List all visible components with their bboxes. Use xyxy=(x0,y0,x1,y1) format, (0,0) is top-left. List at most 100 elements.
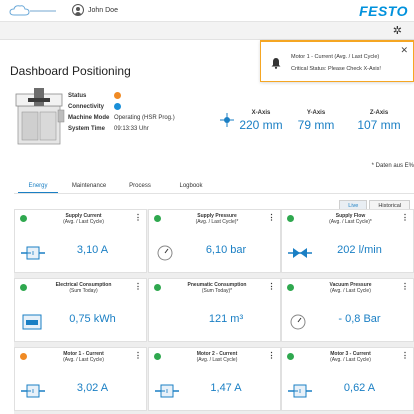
close-icon[interactable]: ✕ xyxy=(400,45,408,56)
kpi-card[interactable]: Supply Pressure (Avg. / Last Cycle)* ⋮ 6,10… xyxy=(147,209,281,273)
card-value: 3,02 A xyxy=(76,382,109,394)
status-label: Status xyxy=(68,92,87,99)
y-axis: Y-Axis 79 mm xyxy=(294,110,338,132)
status-indicator xyxy=(153,353,161,360)
mode-label: Machine Mode xyxy=(68,114,110,121)
connectivity-label: Connectivity xyxy=(68,103,105,110)
connectivity-indicator xyxy=(114,103,121,110)
data-source-note: * Daten aus E% xyxy=(371,163,414,169)
card-subtitle: (Sum Today)* xyxy=(201,288,233,294)
card-subtitle: (Avg. / Last Cycle) xyxy=(196,357,238,363)
card-value: 3,10 A xyxy=(76,244,109,256)
energy-meter-icon xyxy=(21,313,45,331)
alert-message: Critical Status: Please Check X-Axis! xyxy=(291,66,381,72)
more-options-icon[interactable]: ⋮ xyxy=(268,213,276,222)
card-value: 1,47 A xyxy=(210,382,242,394)
time-label: System Time xyxy=(68,125,105,132)
more-options-icon[interactable]: ⋮ xyxy=(134,282,142,291)
more-options-icon[interactable]: ⋮ xyxy=(401,213,409,222)
x-axis: X-Axis 220 mm xyxy=(236,110,286,132)
more-options-icon[interactable]: ⋮ xyxy=(268,351,276,360)
brand-logo: FESTO xyxy=(359,3,408,19)
more-options-icon[interactable]: ⋮ xyxy=(134,351,142,360)
card-value: 202 l/min xyxy=(337,244,382,256)
pressure-gauge-icon xyxy=(288,313,312,331)
power-supply-icon xyxy=(21,382,45,400)
time-row: System Time 09:13:33 Uhr xyxy=(68,123,175,134)
card-title: Supply Current (Avg. / Last Cycle) xyxy=(31,213,136,225)
kpi-card[interactable]: Motor 3 - Current (Avg. / Last Cycle) ⋮ 0,6… xyxy=(281,347,414,411)
power-supply-icon xyxy=(288,382,312,400)
kpi-card[interactable]: Supply Flow (Avg. / Last Cycle)* ⋮ 202 l/mi… xyxy=(281,209,414,273)
user-menu[interactable]: John Doe xyxy=(72,4,118,16)
z-axis-value: 107 mm xyxy=(357,118,401,132)
card-subtitle: (Avg. / Last Cycle)* xyxy=(195,219,239,225)
kpi-card[interactable]: Vacuum Pressure (Avg. / Last Cycle) ⋮ - 0,8… xyxy=(281,278,414,342)
user-name: John Doe xyxy=(88,6,118,14)
status-indicator xyxy=(114,92,121,99)
card-subtitle: (Avg. / Last Cycle) xyxy=(330,288,371,294)
card-subtitle: (Avg. / Last Cycle) xyxy=(63,219,104,225)
status-row: Status xyxy=(68,90,175,101)
tab-bar: Energy Maintenance Process Logbook xyxy=(18,183,222,193)
kpi-card[interactable]: Electrical Consumption (Sum Today) ⋮ 0,75 k… xyxy=(14,278,147,342)
bell-icon xyxy=(271,58,281,69)
card-title: Pneumatic Consumption (Sum Today)* xyxy=(165,282,270,294)
card-title: Motor 2 - Current (Avg. / Last Cycle) xyxy=(165,351,270,363)
mode-value: Operating (HSR Prog.) xyxy=(114,114,175,121)
tab-energy[interactable]: Energy xyxy=(18,183,58,193)
card-value: 6,10 bar xyxy=(205,244,247,256)
kpi-card[interactable]: Motor 1 - Current (Avg. / Last Cycle) ⋮ 3,0… xyxy=(14,347,147,411)
card-title: Electrical Consumption (Sum Today) xyxy=(31,282,136,294)
card-title: Motor 3 - Current (Avg. / Last Cycle) xyxy=(298,351,403,363)
time-value: 09:13:33 Uhr xyxy=(114,125,149,132)
tab-logbook[interactable]: Logbook xyxy=(171,183,211,193)
y-axis-label: Y-Axis xyxy=(306,110,326,116)
machine-image xyxy=(15,88,65,145)
page-title: Dashboard Positioning xyxy=(10,64,131,78)
flow-icon xyxy=(288,244,312,262)
card-value: 0,75 kWh xyxy=(69,313,116,325)
card-title: Supply Flow (Avg. / Last Cycle)* xyxy=(298,213,403,225)
crosshair-icon xyxy=(220,113,234,127)
user-avatar-icon xyxy=(72,4,84,16)
card-subtitle: (Avg. / Last Cycle)* xyxy=(329,219,372,225)
kpi-card[interactable]: Supply Current (Avg. / Last Cycle) ⋮ 3,10 A xyxy=(14,209,147,273)
machine-info: Status Connectivity Machine Mode Operati… xyxy=(68,90,175,134)
status-indicator xyxy=(20,215,27,222)
z-axis-label: Z-Axis xyxy=(369,110,389,116)
status-indicator xyxy=(287,284,294,291)
cloud-logo-icon[interactable] xyxy=(8,4,58,18)
z-axis: Z-Axis 107 mm xyxy=(350,110,408,132)
tab-process[interactable]: Process xyxy=(120,183,160,193)
kpi-card[interactable]: Motor 2 - Current (Avg. / Last Cycle) ⋮ 1,4… xyxy=(147,347,281,411)
alert-title: Motor 1 - Current (Avg. / Last Cycle) xyxy=(291,54,380,60)
card-subtitle: (Sum Today) xyxy=(69,288,98,294)
card-value: 0,62 A xyxy=(343,382,376,394)
card-title: Motor 1 - Current (Avg. / Last Cycle) xyxy=(31,351,136,363)
pressure-gauge-icon xyxy=(155,244,179,262)
card-value: 121 m³ xyxy=(208,313,244,325)
kpi-card[interactable]: Pneumatic Consumption (Sum Today)* ⋮ 121 m³ xyxy=(147,278,281,342)
card-title: Vacuum Pressure (Avg. / Last Cycle) xyxy=(298,282,403,294)
card-value: - 0,8 Bar xyxy=(338,313,381,325)
card-title: Supply Pressure (Avg. / Last Cycle)* xyxy=(165,213,270,225)
status-indicator xyxy=(287,353,294,360)
tabs-divider xyxy=(14,193,414,194)
mode-row: Machine Mode Operating (HSR Prog.) xyxy=(68,112,175,123)
card-subtitle: (Avg. / Last Cycle) xyxy=(330,357,371,363)
more-options-icon[interactable]: ⋮ xyxy=(134,213,142,222)
tab-maintenance[interactable]: Maintenance xyxy=(69,183,109,193)
more-options-icon[interactable]: ⋮ xyxy=(401,282,409,291)
gear-icon[interactable]: ✲ xyxy=(393,24,402,37)
more-options-icon[interactable]: ⋮ xyxy=(268,282,276,291)
alert-notification: Motor 1 - Current (Avg. / Last Cycle) Cr… xyxy=(260,40,414,82)
status-indicator xyxy=(153,284,161,291)
toolbar: ✲ xyxy=(0,22,414,40)
card-subtitle: (Avg. / Last Cycle) xyxy=(63,357,104,363)
y-axis-value: 79 mm xyxy=(297,118,335,132)
more-options-icon[interactable]: ⋮ xyxy=(401,351,409,360)
status-indicator xyxy=(287,215,294,222)
x-axis-value: 220 mm xyxy=(239,118,283,132)
status-indicator xyxy=(20,353,27,360)
